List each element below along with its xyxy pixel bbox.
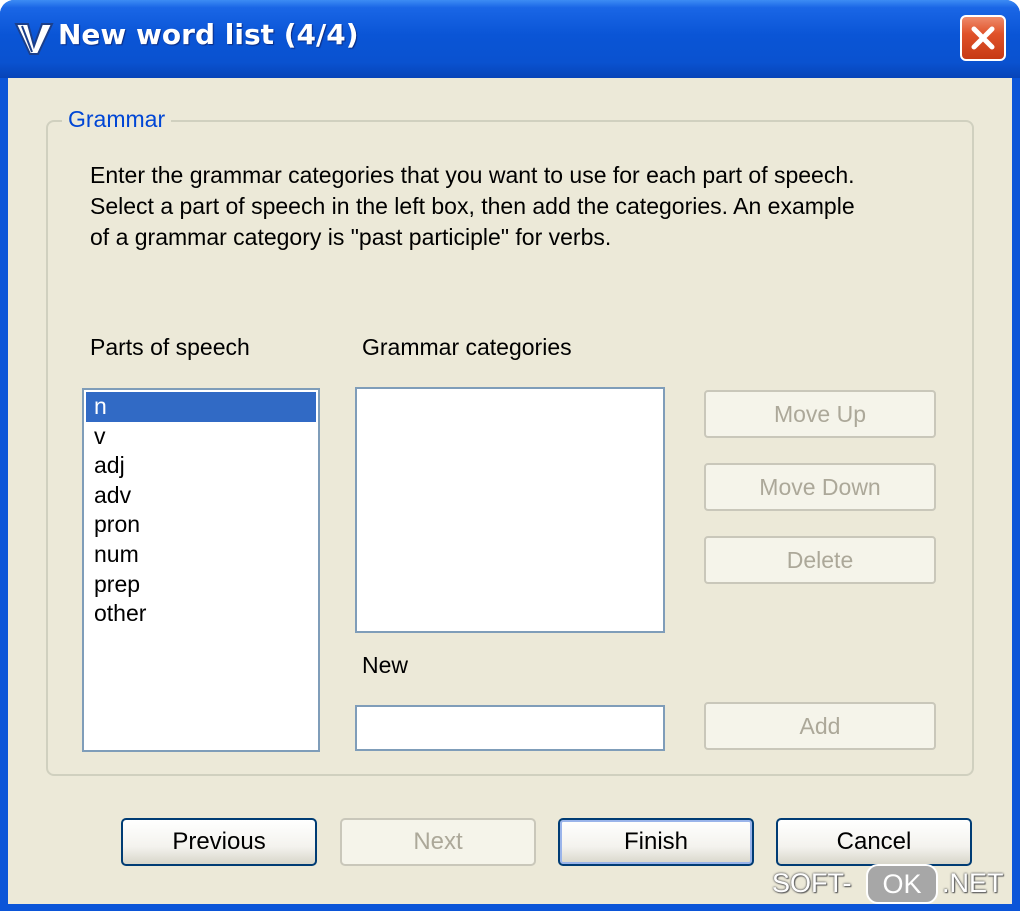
close-button[interactable]	[960, 15, 1006, 61]
list-item[interactable]: v	[86, 422, 316, 452]
finish-button[interactable]: Finish	[558, 818, 754, 866]
list-item[interactable]: pron	[86, 510, 316, 540]
instructions-line: Select a part of speech in the left box,…	[90, 193, 855, 219]
instructions-line: of a grammar category is "past participl…	[90, 224, 612, 250]
close-icon	[971, 26, 995, 50]
next-button[interactable]: Next	[340, 818, 536, 866]
watermark-right: .NET	[942, 868, 1004, 898]
list-item[interactable]: num	[86, 540, 316, 570]
previous-button[interactable]: Previous	[121, 818, 317, 866]
list-item[interactable]: adv	[86, 481, 316, 511]
groupbox-legend: Grammar	[62, 106, 172, 133]
v-logo-icon	[14, 23, 54, 55]
watermark-left: SOFT-	[772, 868, 852, 898]
move-up-button[interactable]: Move Up	[704, 390, 936, 438]
dialog-client-area: Grammar Enter the grammar categories tha…	[8, 78, 1012, 904]
parts-of-speech-listbox[interactable]: n v adj adv pron num prep other	[82, 388, 320, 752]
grammar-categories-listbox[interactable]	[355, 387, 665, 633]
list-item[interactable]: adj	[86, 451, 316, 481]
instructions-text: Enter the grammar categories that you wa…	[90, 160, 950, 253]
watermark-badge: OK	[866, 864, 938, 904]
list-item[interactable]: other	[86, 599, 316, 629]
new-category-input[interactable]	[355, 705, 665, 751]
window-title: New word list (4/4)	[58, 18, 359, 51]
new-field-label: New	[362, 652, 409, 678]
list-item[interactable]: n	[86, 392, 316, 422]
list-item[interactable]: prep	[86, 570, 316, 600]
instructions-line: Enter the grammar categories that you wa…	[90, 162, 855, 188]
watermark: SOFT- OK .NET	[772, 862, 1012, 908]
cancel-button[interactable]: Cancel	[776, 818, 972, 866]
grammar-categories-label: Grammar categories	[362, 334, 572, 360]
delete-button[interactable]: Delete	[704, 536, 936, 584]
add-button[interactable]: Add	[704, 702, 936, 750]
parts-of-speech-label: Parts of speech	[90, 334, 250, 360]
dialog-window: New word list (4/4) Grammar Enter the gr…	[0, 0, 1020, 911]
move-down-button[interactable]: Move Down	[704, 463, 936, 511]
title-bar[interactable]: New word list (4/4)	[0, 0, 1020, 78]
